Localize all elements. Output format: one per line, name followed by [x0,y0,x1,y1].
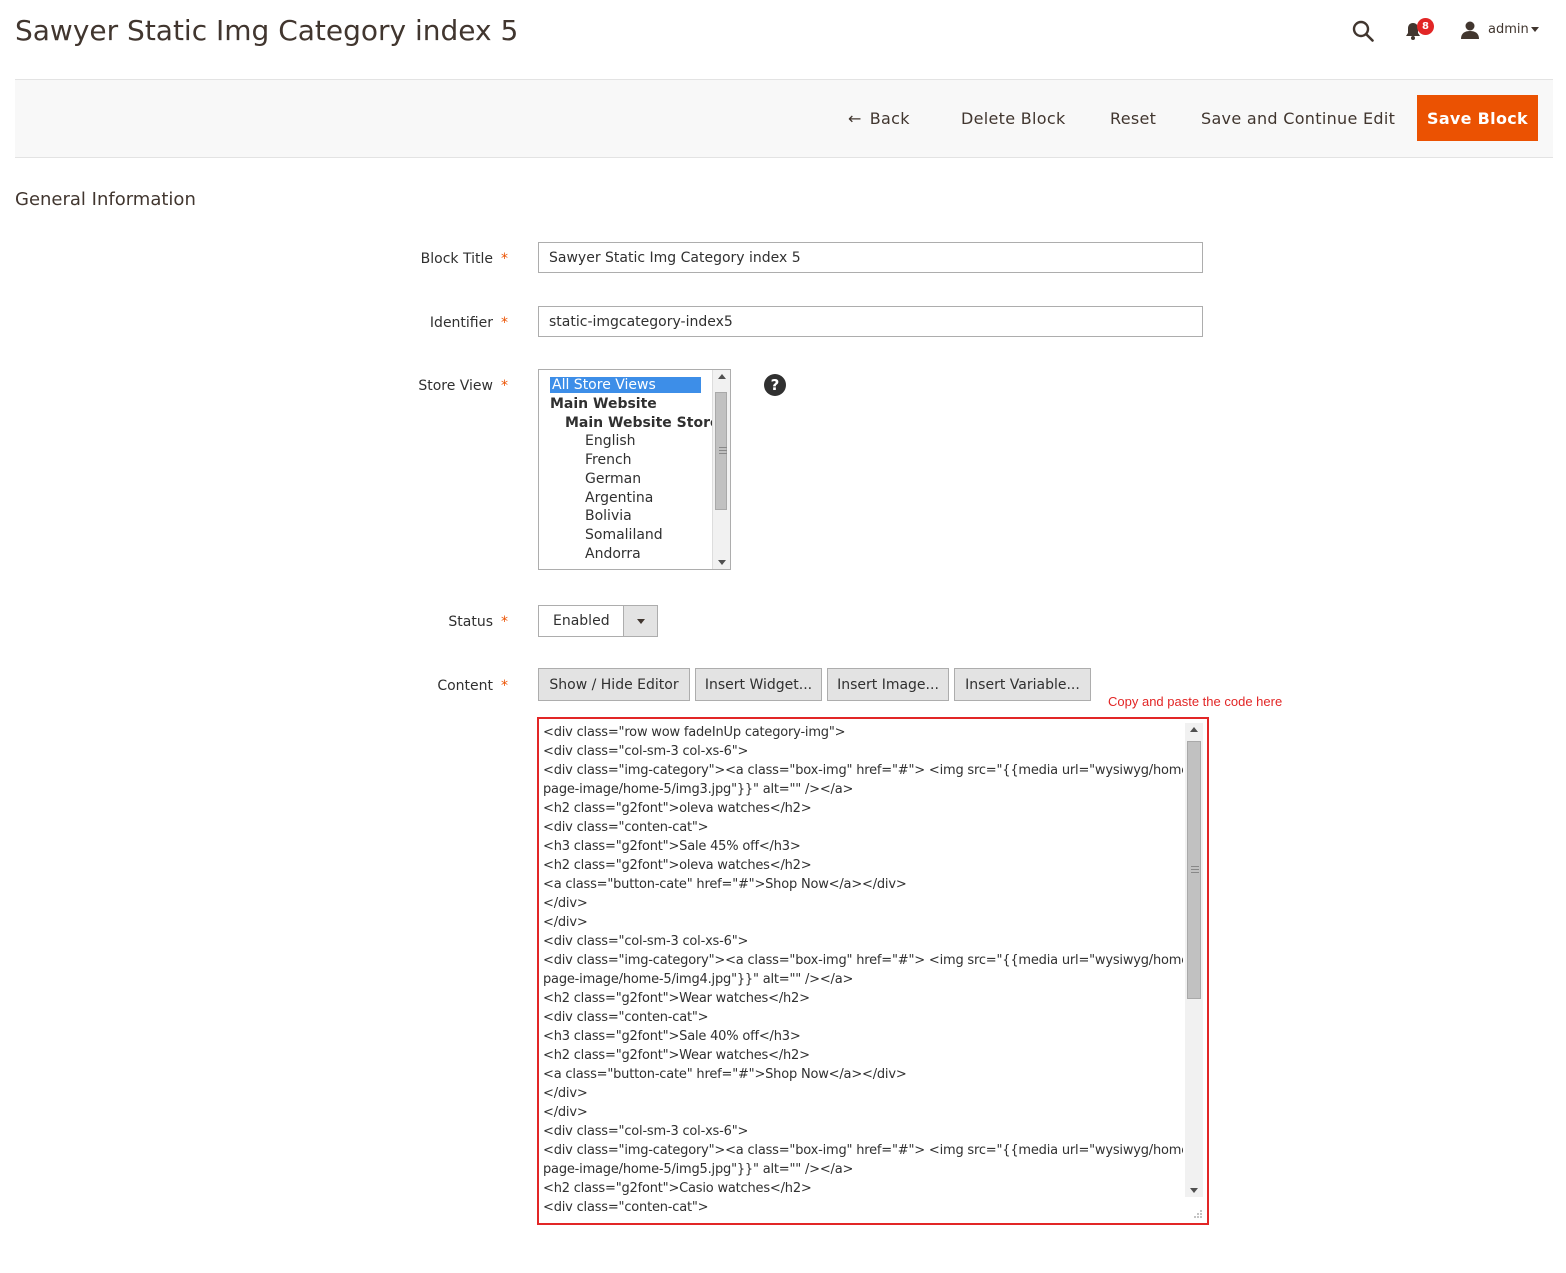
page-actions-bar: ← Back Delete Block Reset Save and Contin… [15,79,1553,158]
store-view-scrollbar[interactable] [712,370,730,569]
resize-handle-icon[interactable] [1193,1209,1203,1219]
store-view-option[interactable]: Somaliland [585,527,663,543]
required-marker: * [501,378,508,394]
code-line: <a class="button-cate" href="#">Shop Now… [543,1067,907,1082]
code-line: <div class="col-sm-3 col-xs-6"> [543,744,749,759]
insert-variable-button[interactable]: Insert Variable... [954,668,1091,701]
store-view-option[interactable]: Main Website [550,396,657,412]
code-line: <h2 class="g2font">Casio watches</h2> [543,1181,812,1196]
section-title: General Information [15,189,196,210]
store-view-option[interactable]: Main Website Store [565,415,719,431]
scroll-up-icon[interactable] [1190,727,1198,732]
required-marker: * [501,614,508,630]
code-text[interactable]: <div class="row wow fadeInUp category-im… [541,721,1183,1221]
status-label: Status * [448,614,508,630]
status-select[interactable]: Enabled [538,605,658,637]
code-line: <h2 class="g2font">oleva watches</h2> [543,858,812,873]
arrow-left-icon: ← [848,109,862,128]
required-marker: * [501,315,508,331]
code-line: <h2 class="g2font">Wear watches</h2> [543,991,810,1006]
code-line: </div> [543,1105,588,1120]
scroll-thumb[interactable] [715,392,727,510]
status-select-value: Enabled [553,613,610,629]
show-hide-editor-button[interactable]: Show / Hide Editor [538,668,690,701]
content-label: Content * [437,678,508,694]
code-line: <div class="conten-cat"> [543,1010,709,1025]
code-line: <a class="button-cate" href="#">Shop Now… [543,877,907,892]
code-line: <h3 class="g2font">Sale 40% off</h3> [543,1029,801,1044]
insert-widget-button[interactable]: Insert Widget... [695,668,822,701]
identifier-label: Identifier * [429,315,508,331]
scroll-up-icon[interactable] [718,374,726,379]
store-view-multiselect[interactable]: All Store Views Main Website Main Websit… [538,369,731,570]
notification-badge[interactable]: 8 [1417,18,1434,35]
page-title: Sawyer Static Img Category index 5 [15,14,519,47]
code-line: </div> [543,915,588,930]
code-line: <div class="img-category"><a class="box-… [543,1143,1183,1158]
save-and-continue-button[interactable]: Save and Continue Edit [1201,109,1395,128]
store-view-option[interactable]: German [585,471,641,487]
help-icon[interactable]: ? [764,374,786,396]
code-line: <h2 class="g2font">oleva watches</h2> [543,801,812,816]
store-view-option[interactable]: English [585,433,636,449]
code-line: <div class="conten-cat"> [543,820,709,835]
insert-image-button[interactable]: Insert Image... [827,668,949,701]
content-textarea[interactable]: <div class="row wow fadeInUp category-im… [537,717,1209,1225]
scroll-thumb[interactable] [1187,741,1201,999]
code-line: page-image/home-5/img4.jpg"}}" alt="" />… [543,972,854,987]
code-line: <div class="col-sm-3 col-xs-6"> [543,934,749,949]
paste-code-annotation: Copy and paste the code here [1108,694,1283,709]
back-button-label: Back [869,109,910,128]
scroll-down-icon[interactable] [718,560,726,565]
user-menu-label[interactable]: admin [1488,22,1529,37]
block-title-input[interactable] [538,242,1203,273]
code-line: <div class="img-category"><a class="box-… [543,953,1183,968]
identifier-input[interactable] [538,306,1203,337]
code-line: <h2 class="g2font">Wear watches</h2> [543,1048,810,1063]
required-marker: * [501,251,508,267]
code-line: </div> [543,1086,588,1101]
select-toggle[interactable] [623,606,657,636]
code-line: <div class="row wow fadeInUp category-im… [543,725,846,740]
store-view-option[interactable]: Argentina [585,490,653,506]
search-icon[interactable] [1352,20,1374,42]
delete-block-button[interactable]: Delete Block [961,109,1066,128]
block-title-label: Block Title * [420,251,508,267]
chevron-down-icon [637,619,645,624]
store-view-label: Store View * [418,378,508,394]
store-view-option[interactable]: All Store Views [550,377,701,393]
code-line: page-image/home-5/img3.jpg"}}" alt="" />… [543,782,854,797]
scroll-down-icon[interactable] [1190,1188,1198,1193]
reset-button[interactable]: Reset [1110,109,1156,128]
chevron-down-icon[interactable] [1531,27,1539,32]
user-icon[interactable] [1460,21,1480,39]
store-view-option[interactable]: Bolivia [585,508,632,524]
code-line: </div> [543,896,588,911]
store-view-option[interactable]: Andorra [585,546,641,562]
code-line: <h3 class="g2font">Sale 45% off</h3> [543,839,801,854]
code-line: page-image/home-5/img5.jpg"}}" alt="" />… [543,1162,854,1177]
code-line: <div class="col-sm-3 col-xs-6"> [543,1124,749,1139]
store-view-option[interactable]: French [585,452,632,468]
back-button[interactable]: ← Back [848,109,910,128]
code-line: <div class="conten-cat"> [543,1200,709,1215]
save-block-button[interactable]: Save Block [1417,95,1538,141]
content-scrollbar[interactable] [1185,723,1203,1197]
required-marker: * [501,678,508,694]
code-line: <div class="img-category"><a class="box-… [543,763,1183,778]
